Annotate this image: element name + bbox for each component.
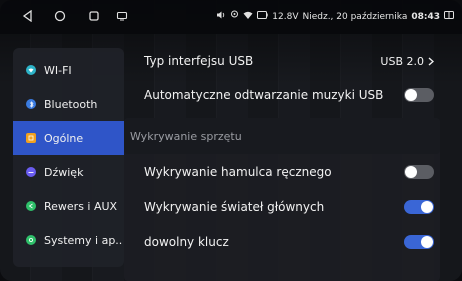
sidebar-item-label: Systemy i ap.. xyxy=(44,233,123,247)
sidebar-item-label: WI-FI xyxy=(44,63,72,77)
usb-type-value-text: USB 2.0 xyxy=(380,54,424,68)
sidebar-item-systems-apps[interactable]: Systemy i ap.. xyxy=(13,223,124,257)
usb-type-label: Typ interfejsu USB xyxy=(144,54,254,68)
sidebar-item-reverse-aux[interactable]: Rewers i AUX xyxy=(13,189,124,223)
usb-type-row[interactable]: Typ interfejsu USB USB 2.0 xyxy=(124,43,440,79)
location-icon xyxy=(230,10,239,23)
handbrake-row[interactable]: Wykrywanie hamulca ręcznego xyxy=(124,154,440,190)
usb-autoplay-row[interactable]: Automatyczne odtwarzanie muzyki USB xyxy=(124,77,440,113)
headlights-label: Wykrywanie świateł głównych xyxy=(144,200,325,214)
sidebar-item-label: Rewers i AUX xyxy=(44,199,118,213)
sidebar-item-sound[interactable]: Dźwięk xyxy=(13,155,124,189)
status-indicators: 12.8V Niedz., 20 października 08:43 xyxy=(216,10,454,23)
sidebar-item-wifi[interactable]: WI-FI xyxy=(13,53,124,87)
settings-sidebar: WI-FI Bluetooth Ogólne Dźwięk Rewers i A… xyxy=(13,48,124,267)
date-text: Niedz., 20 października xyxy=(302,11,408,22)
screen: 12.8V Niedz., 20 października 08:43 WI-F… xyxy=(0,0,462,281)
clock: 08:43 xyxy=(411,11,440,22)
toggle-knob xyxy=(421,201,433,213)
general-icon xyxy=(26,133,36,143)
handbrake-label: Wykrywanie hamulca ręcznego xyxy=(144,165,332,179)
bluetooth-icon xyxy=(26,99,36,109)
status-bar: 12.8V Niedz., 20 października 08:43 xyxy=(0,0,462,34)
handbrake-toggle[interactable] xyxy=(404,165,434,179)
usb-autoplay-label: Automatyczne odtwarzanie muzyki USB xyxy=(144,88,384,102)
settings-content: Typ interfejsu USB USB 2.0 Automatyczne … xyxy=(124,34,462,281)
sidebar-item-general[interactable]: Ogólne xyxy=(13,121,124,155)
battery-voltage: 12.8V xyxy=(272,11,299,22)
back-icon[interactable] xyxy=(20,8,36,24)
headlights-toggle[interactable] xyxy=(404,200,434,214)
any-key-label: dowolny klucz xyxy=(144,235,229,249)
section-title: Wykrywanie sprzętu xyxy=(130,129,242,143)
sidebar-item-label: Dźwięk xyxy=(44,165,84,179)
toggle-knob xyxy=(405,166,417,178)
battery-icon xyxy=(257,11,268,22)
headlights-row[interactable]: Wykrywanie świateł głównych xyxy=(124,189,440,225)
volume-icon xyxy=(216,10,226,23)
home-icon[interactable] xyxy=(52,8,68,24)
chevron-right-icon xyxy=(428,56,434,66)
sound-icon xyxy=(26,167,36,177)
window-icon[interactable] xyxy=(444,11,454,22)
apps-icon xyxy=(26,235,36,245)
reverse-icon xyxy=(26,201,36,211)
recent-apps-icon[interactable] xyxy=(86,8,102,24)
wifi-status-icon xyxy=(243,11,253,23)
sidebar-item-label: Bluetooth xyxy=(44,97,98,111)
sidebar-item-label: Ogólne xyxy=(44,131,84,145)
wifi-icon xyxy=(26,65,36,75)
any-key-row[interactable]: dowolny klucz xyxy=(124,224,440,260)
hardware-section-header: Wykrywanie sprzętu xyxy=(124,118,440,154)
sidebar-item-bluetooth[interactable]: Bluetooth xyxy=(13,87,124,121)
usb-type-value[interactable]: USB 2.0 xyxy=(380,55,434,68)
toggle-knob xyxy=(405,89,417,101)
screen-mirror-icon[interactable] xyxy=(114,8,130,24)
any-key-toggle[interactable] xyxy=(404,235,434,249)
usb-autoplay-toggle[interactable] xyxy=(404,88,434,102)
toggle-knob xyxy=(421,236,433,248)
